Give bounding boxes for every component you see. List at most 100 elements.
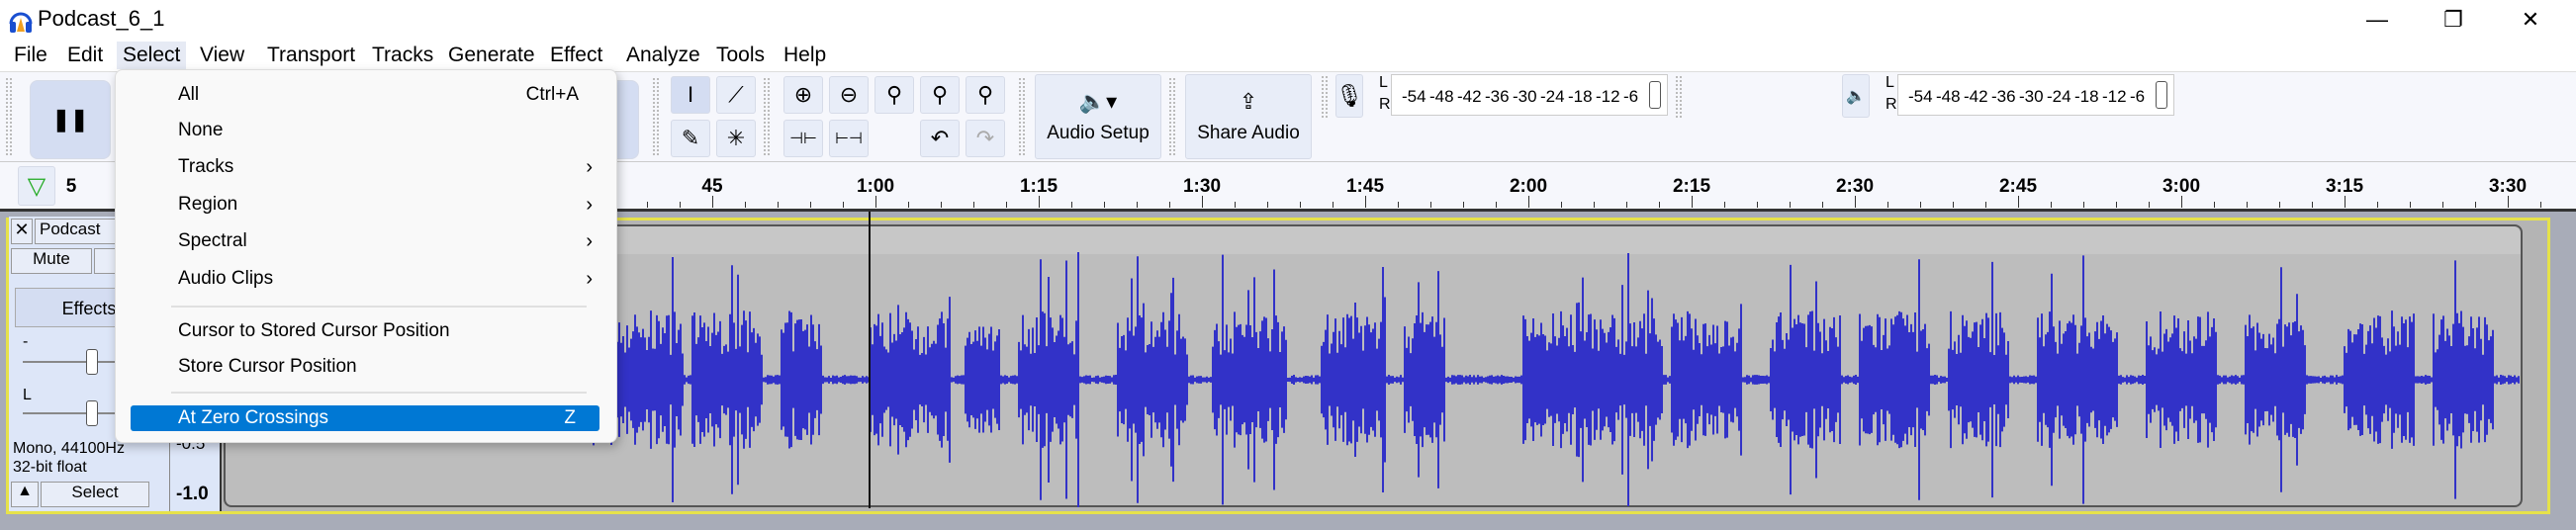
envelope-tool-icon[interactable]: ⟋ [716, 76, 756, 114]
toolbar-grip[interactable] [6, 78, 12, 155]
menu-file[interactable]: File [8, 42, 53, 69]
draw-tool-icon[interactable]: ✎ [671, 120, 710, 157]
redo-icon[interactable]: ↷ [966, 120, 1005, 157]
ruler-tick [2540, 202, 2541, 208]
restore-button[interactable]: ❐ [2434, 4, 2473, 36]
ruler-tick [908, 202, 909, 208]
menu-separator [171, 392, 587, 394]
playback-meter[interactable]: -54 -48 -42 -36 -30 -24 -18 -12 -6 [1897, 74, 2174, 116]
ruler-label: 1:15 [1019, 176, 1058, 197]
ruler-tick [1137, 202, 1138, 208]
menu-edit[interactable]: Edit [61, 42, 109, 69]
chevron-right-icon: › [586, 156, 593, 178]
menu-generate[interactable]: Generate [442, 42, 541, 69]
ruler-tick [1333, 202, 1334, 208]
mute-button[interactable]: Mute [11, 248, 92, 274]
chevron-right-icon: › [586, 268, 593, 290]
ruler-label: 3:00 [2162, 176, 2201, 197]
menu-select[interactable]: Select [117, 42, 187, 69]
menu-transport[interactable]: Transport [261, 42, 361, 69]
share-audio-button[interactable]: ⇪ Share Audio [1185, 74, 1312, 159]
select-track-button[interactable]: Select [41, 482, 149, 507]
track-bit-depth: 32-bit float [13, 459, 87, 476]
minimize-button[interactable]: — [2357, 4, 2397, 36]
toolbar-grip[interactable] [1169, 78, 1175, 155]
ruler-tick [2247, 202, 2248, 208]
toolbar-grip[interactable] [764, 78, 770, 155]
ruler-tick [647, 202, 648, 208]
window-title: Podcast_6_1 [38, 6, 165, 31]
gain-slider-handle[interactable] [86, 349, 98, 375]
ruler-tick [680, 202, 681, 208]
menu-analyze[interactable]: Analyze [620, 42, 706, 69]
meter-tick-label: -48 [1936, 87, 1961, 106]
ruler-tick [2279, 202, 2280, 208]
collapse-track-icon[interactable]: ▲ [11, 482, 39, 507]
fit-project-icon[interactable]: ⚲ [920, 76, 960, 114]
meter-tick-label: -12 [2102, 87, 2127, 106]
close-track-icon[interactable]: ✕ [11, 219, 33, 244]
toolbar-grip[interactable] [1019, 78, 1025, 155]
ruler-tick [1300, 202, 1301, 208]
play-head-icon[interactable]: ▽ [18, 166, 55, 206]
menu-tracks[interactable]: Tracks [366, 42, 439, 69]
pause-button[interactable]: ❚❚ [30, 80, 111, 159]
ruler-tick [1790, 202, 1791, 208]
silence-audio-icon[interactable]: ⊢⊣ [829, 120, 869, 157]
menu-item-store-cursor[interactable]: Store Cursor Position [116, 351, 616, 383]
pan-slider-handle[interactable] [86, 400, 98, 426]
menu-item-tracks[interactable]: Tracks › [116, 151, 616, 183]
zoom-toggle-icon[interactable]: ⚲ [966, 76, 1005, 114]
meter-tick-label: -36 [1991, 87, 2016, 106]
playback-speaker-icon[interactable]: 🔈 [1842, 74, 1870, 118]
ruler-label: 2:00 [1509, 176, 1548, 197]
ruler-tick [2508, 196, 2509, 208]
menu-view[interactable]: View [194, 42, 250, 69]
menu-item-region[interactable]: Region › [116, 189, 616, 221]
audio-setup-button[interactable]: 🔈▾ Audio Setup [1035, 74, 1161, 159]
microphone-icon[interactable]: 🎙 [1335, 74, 1363, 118]
meter-slider-handle[interactable] [2156, 81, 2167, 109]
multi-tool-icon[interactable]: ✳ [716, 120, 756, 157]
menu-item-audio-clips[interactable]: Audio Clips › [116, 263, 616, 295]
meter-tick-label: -42 [1964, 87, 1988, 106]
ruler-tick [2345, 196, 2346, 208]
trim-audio-icon[interactable]: ⊣⊢ [783, 120, 823, 157]
ruler-tick [2116, 202, 2117, 208]
ruler-label: 3:15 [2325, 176, 2364, 197]
ruler-tick [2051, 202, 2052, 208]
toolbar-grip[interactable] [653, 78, 659, 155]
ruler-tick [2442, 202, 2443, 208]
ruler-tick [2410, 202, 2411, 208]
ruler-tick [1430, 202, 1431, 208]
menu-item-all[interactable]: All Ctrl+A [116, 79, 616, 111]
selection-tool-icon[interactable]: I [671, 76, 710, 114]
ruler-tick [2377, 202, 2378, 208]
menu-item-cursor-to-stored[interactable]: Cursor to Stored Cursor Position [116, 315, 616, 347]
fit-selection-icon[interactable]: ⚲ [874, 76, 914, 114]
ruler-tick [1855, 196, 1856, 208]
menu-item-spectral[interactable]: Spectral › [116, 225, 616, 257]
close-button[interactable]: ✕ [2511, 4, 2550, 36]
toolbar-grip[interactable] [1322, 76, 1328, 118]
recording-meter[interactable]: -54 -48 -42 -36 -30 -24 -18 -12 -6 [1391, 74, 1668, 116]
ruler-tick [2018, 196, 2019, 208]
toolbar-grip[interactable] [1676, 76, 1682, 118]
ruler-tick [1561, 202, 1562, 208]
ruler-tick [745, 202, 746, 208]
menu-item-at-zero-crossings[interactable]: At Zero Crossings Z [131, 405, 599, 431]
ruler-tick [2149, 202, 2150, 208]
meter-tick-label: -42 [1457, 87, 1482, 106]
meter-tick-label: -12 [1596, 87, 1620, 106]
zoom-out-icon[interactable]: ⊖ [829, 76, 869, 114]
menu-effect[interactable]: Effect [544, 42, 608, 69]
menu-item-none[interactable]: None [116, 115, 616, 146]
ruler-tick [1626, 202, 1627, 208]
undo-icon[interactable]: ↶ [920, 120, 960, 157]
ruler-tick [2475, 202, 2476, 208]
zoom-in-icon[interactable]: ⊕ [783, 76, 823, 114]
menu-help[interactable]: Help [778, 42, 832, 69]
ruler-tick [1398, 202, 1399, 208]
menu-tools[interactable]: Tools [710, 42, 771, 69]
meter-slider-handle[interactable] [1649, 81, 1661, 109]
